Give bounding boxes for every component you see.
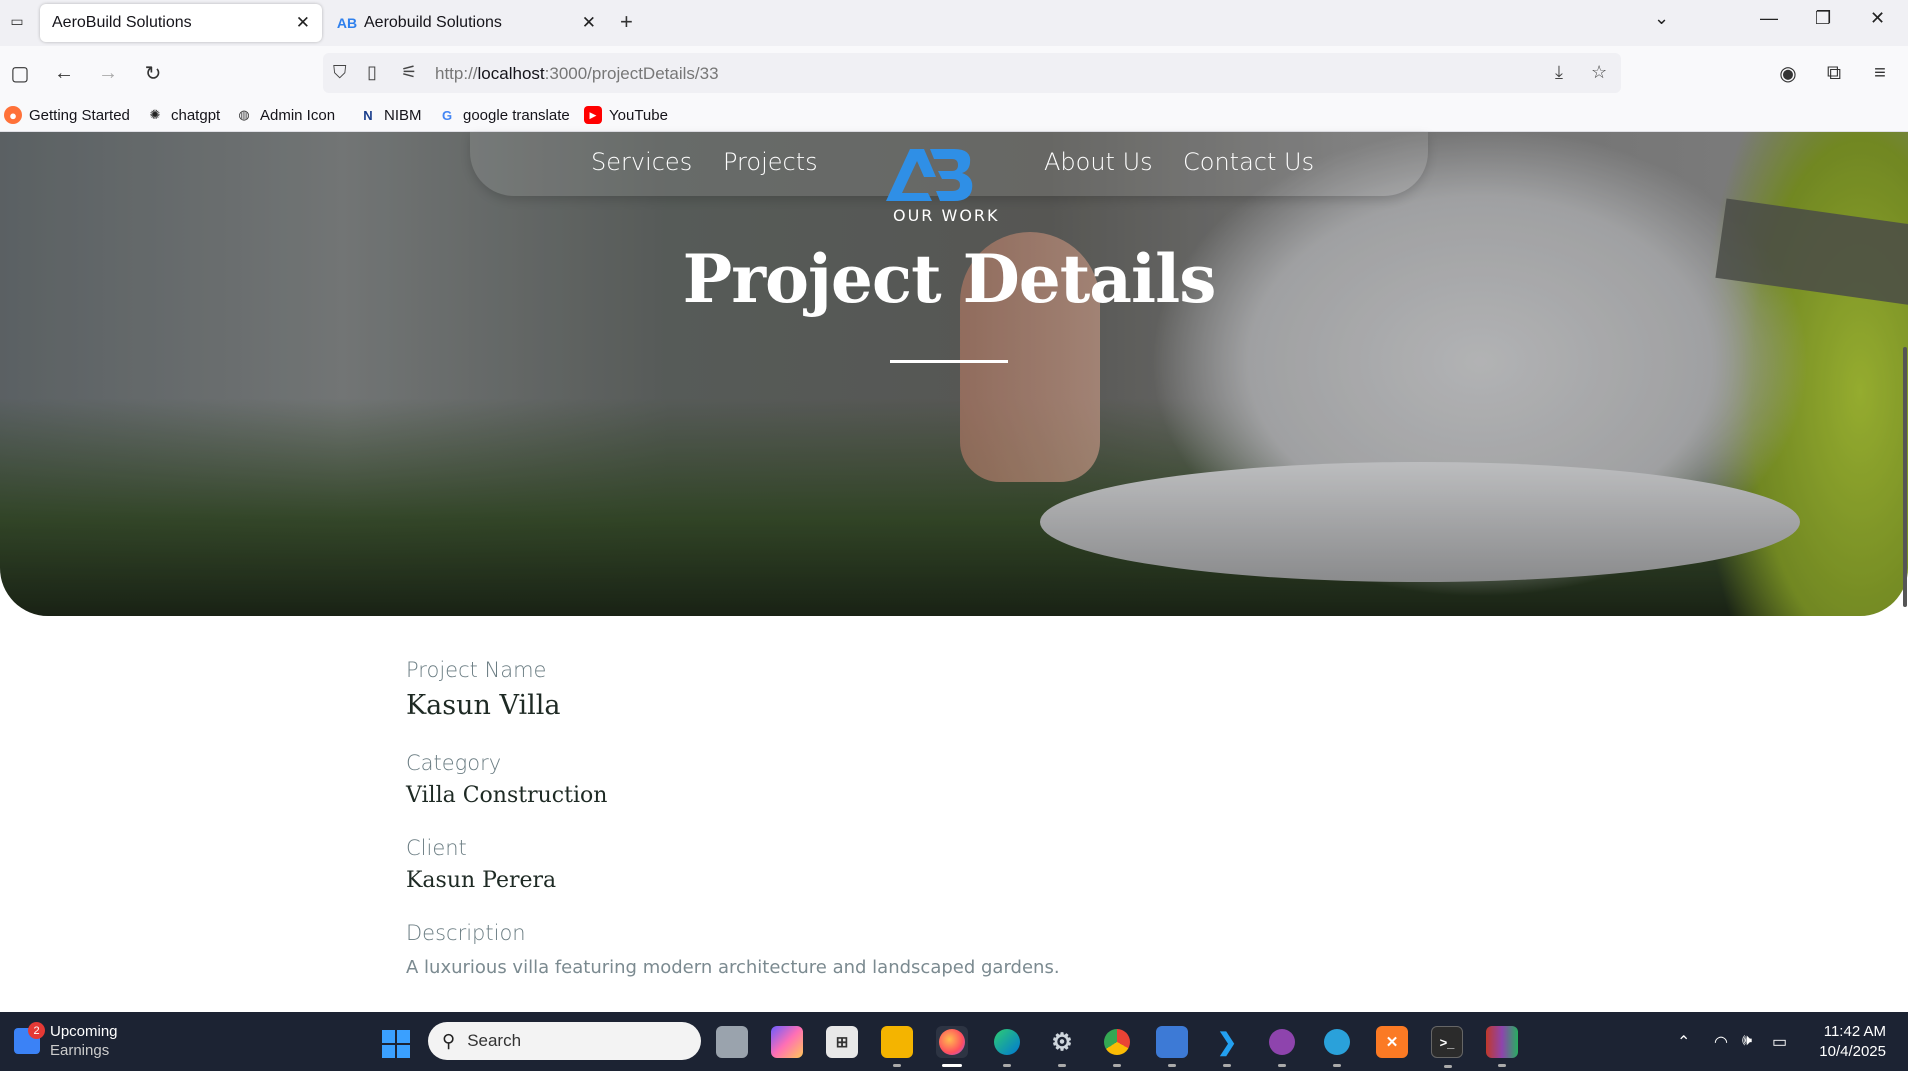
nibm-icon: N [363, 107, 373, 123]
show-hidden-icons-chevron-icon[interactable]: ⌃ [1677, 1032, 1690, 1052]
category-label: Category [406, 751, 502, 775]
new-tab-icon[interactable]: + [620, 9, 633, 35]
tab-aerobuild[interactable]: AB Aerobuild Solutions ✕ [326, 4, 608, 42]
edge-icon[interactable] [991, 1026, 1023, 1067]
hero-overlay [0, 132, 1908, 616]
aerobuild-logo-icon [886, 149, 973, 201]
nav-link-contact-us[interactable]: Contact Us [1183, 148, 1314, 176]
back-icon[interactable]: ← [52, 61, 76, 85]
account-icon[interactable]: ◉ [1776, 61, 1800, 85]
page-title: Project Details [682, 240, 1217, 318]
bookmark-admin-icon[interactable]: ◍ Admin Icon [235, 106, 335, 124]
tab-aerobuild-active[interactable]: AeroBuild Solutions ✕ [40, 4, 322, 42]
github-desktop-icon[interactable] [1266, 1026, 1298, 1067]
bookmarks-bar: ● Getting Started ✺ chatgpt ◍ Admin Icon… [0, 100, 1908, 132]
stock-chart-icon: 2 [14, 1022, 45, 1054]
chrome-icon[interactable] [1101, 1026, 1133, 1067]
description-value: A luxurious villa featuring modern archi… [406, 957, 1060, 978]
widget-subtitle: Earnings [50, 1042, 110, 1059]
browser-tab-bar: ▭ AeroBuild Solutions ✕ AB Aerobuild Sol… [0, 0, 1908, 46]
firefox-icon: ● [4, 106, 22, 124]
microsoft-store-icon[interactable]: ⊞ [826, 1026, 858, 1058]
bookmark-nibm[interactable]: N NIBM [359, 106, 421, 124]
url-text[interactable]: http://localhost:3000/projectDetails/33 [435, 64, 719, 84]
shield-icon[interactable]: ⛉ [333, 62, 347, 83]
openai-icon: ✺ [149, 107, 161, 122]
globe-icon: ◍ [238, 107, 250, 122]
tab-list-icon[interactable]: ▭ [6, 10, 28, 32]
forward-icon[interactable]: → [96, 61, 120, 85]
search-placeholder: Search [467, 1031, 522, 1050]
search-icon: ⚲ [442, 1030, 456, 1051]
url-bar[interactable]: ⛉ ▯ ⚟ http://localhost:3000/projectDetai… [323, 53, 1621, 93]
notification-badge: 2 [28, 1022, 45, 1039]
tab-title: Aerobuild Solutions [364, 14, 502, 31]
tab-title: AeroBuild Solutions [52, 14, 192, 31]
vscode-icon[interactable]: ❯ [1211, 1026, 1243, 1067]
close-tab-icon[interactable]: ✕ [296, 13, 310, 33]
project-name-label: Project Name [406, 658, 547, 682]
permissions-icon[interactable]: ⚟ [401, 62, 417, 83]
minimize-icon[interactable]: — [1760, 8, 1778, 29]
firefox-taskbar-icon[interactable] [936, 1026, 968, 1067]
bookmark-youtube[interactable]: ▶ YouTube [584, 106, 668, 124]
nav-link-about-us[interactable]: About Us [1044, 148, 1153, 176]
wifi-icon[interactable]: ◠ [1714, 1032, 1728, 1052]
photos-icon[interactable] [1156, 1026, 1188, 1067]
title-divider [890, 360, 1008, 363]
nav-link-services[interactable]: Services [591, 148, 692, 176]
browser-nav-bar: ▢ ← → ↻ ⛉ ▯ ⚟ http://localhost:3000/proj… [0, 46, 1908, 100]
aerobuild-favicon-icon: AB [336, 15, 358, 31]
page-scrollbar[interactable] [1902, 132, 1908, 1012]
client-label: Client [406, 836, 467, 860]
client-value: Kasun Perera [406, 868, 557, 893]
project-name-value: Kasun Villa [406, 690, 561, 721]
terminal-icon[interactable]: >_ [1431, 1026, 1463, 1068]
scrollbar-thumb[interactable] [1903, 347, 1907, 607]
taskbar-search[interactable]: ⚲ Search [428, 1022, 701, 1060]
start-button-windows-icon[interactable] [382, 1030, 410, 1058]
download-page-icon[interactable]: ⤓ [1555, 62, 1563, 83]
windows-taskbar: 2 Upcoming Earnings ⚲ Search ⊞ ⚙ ❯ ✕ >_ … [0, 1012, 1908, 1071]
winrar-icon[interactable] [1486, 1026, 1518, 1067]
nav-link-projects[interactable]: Projects [723, 148, 818, 176]
bookmark-google-translate[interactable]: G google translate [438, 106, 570, 124]
battery-icon[interactable]: ▭ [1772, 1032, 1787, 1052]
taskbar-clock[interactable]: 11:42 AM 10/4/2025 [1819, 1022, 1886, 1062]
sidebar-toggle-icon[interactable]: ▢ [8, 61, 32, 85]
bookmark-getting-started[interactable]: ● Getting Started [4, 106, 130, 124]
site-logo[interactable] [884, 145, 974, 203]
google-icon: G [441, 107, 453, 123]
category-value: Villa Construction [406, 783, 608, 808]
clock-date: 10/4/2025 [1819, 1043, 1886, 1060]
close-tab-icon[interactable]: ✕ [582, 13, 596, 33]
file-explorer-icon[interactable] [881, 1026, 913, 1067]
tab-overflow-chevron-icon[interactable]: ⌄ [1654, 8, 1669, 29]
settings-gear-icon[interactable]: ⚙ [1046, 1026, 1078, 1067]
logo-subtitle: OUR WORK [893, 206, 1000, 225]
close-window-icon[interactable]: ✕ [1870, 8, 1885, 29]
telegram-icon[interactable] [1321, 1026, 1353, 1067]
description-label: Description [406, 921, 526, 945]
task-view-icon[interactable] [716, 1026, 748, 1058]
menu-icon[interactable]: ≡ [1868, 61, 1892, 85]
bookmark-star-icon[interactable]: ☆ [1591, 62, 1607, 83]
volume-icon[interactable]: 🕪 [1742, 1032, 1752, 1050]
xampp-icon[interactable]: ✕ [1376, 1026, 1408, 1058]
reload-icon[interactable]: ↻ [141, 61, 165, 85]
extensions-icon[interactable]: ⧉ [1822, 61, 1846, 85]
copilot-icon[interactable] [771, 1026, 803, 1058]
restore-icon[interactable]: ❐ [1815, 8, 1831, 29]
page-icon[interactable]: ▯ [367, 62, 377, 83]
bookmark-chatgpt[interactable]: ✺ chatgpt [146, 106, 221, 124]
clock-time: 11:42 AM [1823, 1023, 1886, 1040]
widgets-button[interactable]: 2 Upcoming Earnings [14, 1022, 118, 1060]
youtube-icon: ▶ [584, 106, 602, 124]
hero-banner [0, 132, 1908, 616]
widget-title: Upcoming [50, 1023, 118, 1040]
